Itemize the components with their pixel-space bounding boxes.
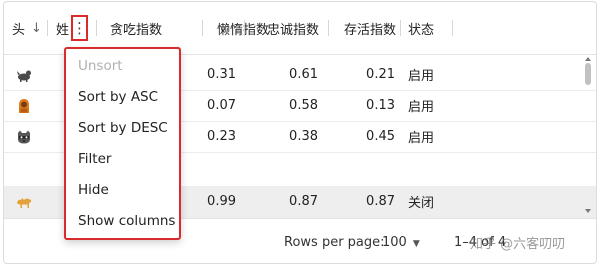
animal-2-icon xyxy=(13,90,35,121)
loyalty-cell: 0.38 xyxy=(289,129,318,144)
column-header-avatar[interactable]: 头 ↓ xyxy=(12,2,42,54)
column-header-label: 懒惰指数 xyxy=(217,22,270,38)
column-separator[interactable] xyxy=(47,20,48,36)
more-vert-icon: ⋮ xyxy=(72,18,87,37)
rows-per-page-value: 100 xyxy=(382,235,407,250)
column-header-laziness[interactable]: 懒惰指数 xyxy=(217,2,269,54)
column-menu-button[interactable]: ⋮ xyxy=(71,15,88,41)
status-cell: 启用 xyxy=(408,69,435,84)
column-header-label: 忠诚指数 xyxy=(267,22,320,38)
rows-per-page-select[interactable]: 100 ▼ xyxy=(382,235,420,250)
column-header-label: 状态 xyxy=(408,22,435,38)
menu-item-filter[interactable]: Filter xyxy=(78,151,111,167)
menu-item-sort-desc[interactable]: Sort by DESC xyxy=(78,120,168,136)
caret-down-icon: ▼ xyxy=(412,239,420,249)
status-cell: 启用 xyxy=(408,131,435,146)
menu-item-hide[interactable]: Hide xyxy=(78,182,109,198)
watermark: 知乎 @六客叨叨 xyxy=(470,237,566,252)
column-menu: Unsort Sort by ASC Sort by DESC Filter H… xyxy=(64,47,181,240)
menu-item-sort-asc[interactable]: Sort by ASC xyxy=(78,89,158,105)
status-cell: 启用 xyxy=(408,100,435,115)
vertical-scrollbar[interactable] xyxy=(584,56,592,214)
column-header-label: 存活指数 xyxy=(344,22,397,38)
column-separator[interactable] xyxy=(244,20,245,36)
survival-cell: 0.87 xyxy=(366,194,395,209)
status-cell: 关闭 xyxy=(408,196,435,211)
column-header-label: 姓 xyxy=(56,22,70,38)
survival-cell: 0.21 xyxy=(366,67,395,82)
column-header-status[interactable]: 状态 xyxy=(408,2,434,54)
animal-4-icon xyxy=(13,186,35,217)
menu-item-unsort: Unsort xyxy=(78,58,123,74)
column-separator[interactable] xyxy=(400,20,401,36)
column-separator[interactable] xyxy=(328,20,329,36)
scrollbar-thumb[interactable] xyxy=(585,63,591,85)
column-separator[interactable] xyxy=(452,20,453,36)
loyalty-cell: 0.87 xyxy=(289,194,318,209)
column-header-label: 贪吃指数 xyxy=(110,22,163,38)
rows-per-page-label: Rows per page: xyxy=(284,235,385,250)
sort-desc-arrow-icon[interactable]: ↓ xyxy=(31,21,42,36)
column-header-survival[interactable]: 存活指数 xyxy=(344,2,396,54)
column-header-label: 头 xyxy=(12,22,26,38)
survival-cell: 0.13 xyxy=(366,98,395,113)
loyalty-cell: 0.61 xyxy=(289,67,318,82)
column-separator[interactable] xyxy=(96,20,97,36)
column-separator[interactable] xyxy=(202,20,203,36)
column-header-loyalty[interactable]: 忠诚指数 xyxy=(267,2,319,54)
menu-item-show-columns[interactable]: Show columns xyxy=(78,213,175,229)
survival-cell: 0.45 xyxy=(366,129,395,144)
loyalty-cell: 0.58 xyxy=(289,98,318,113)
animal-1-icon xyxy=(13,59,35,90)
animal-3-icon xyxy=(13,121,35,152)
